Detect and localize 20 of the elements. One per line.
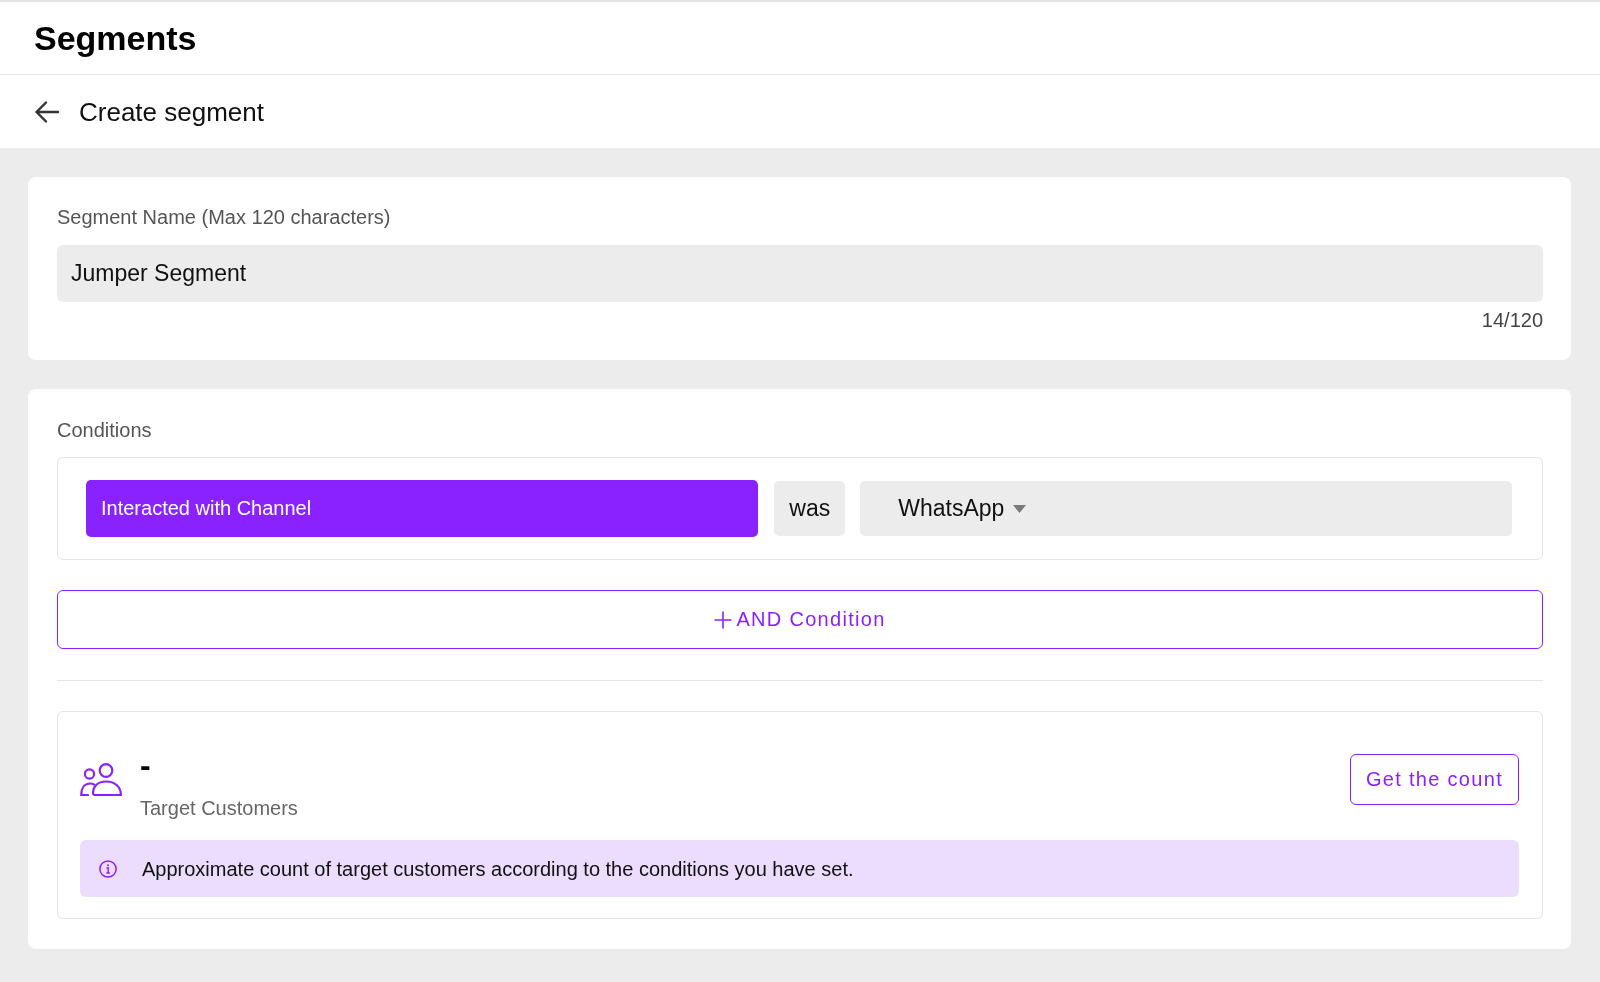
arrow-left-icon: [34, 100, 59, 123]
page-title: Segments: [34, 18, 197, 58]
attribute-select[interactable]: Interacted with Channel: [86, 480, 759, 537]
info-text: Approximate count of target customers according to the conditions you have set.: [142, 856, 854, 881]
plus-icon: [714, 610, 733, 629]
add-condition-button[interactable]: AND Condition: [57, 590, 1543, 649]
back-button[interactable]: [34, 100, 59, 123]
page-subtitle: Create segment: [79, 96, 264, 127]
operator-select[interactable]: was: [774, 481, 846, 536]
caret-icon: [1013, 504, 1027, 513]
channel-dropdown[interactable]: WhatsApp: [860, 481, 1512, 536]
segment-name-input[interactable]: Jumper Segment: [57, 245, 1543, 302]
section-label: Conditions: [57, 419, 152, 441]
users-icon: [80, 763, 122, 796]
character-counter: 14/120: [1481, 310, 1543, 330]
info-icon: [99, 859, 117, 878]
field-label: Segment Name (Max 120 characters): [57, 206, 391, 228]
customer-count: -: [140, 749, 151, 781]
count-label: Target Customers: [140, 797, 298, 819]
get-count-button[interactable]: Get the count: [1350, 754, 1519, 805]
